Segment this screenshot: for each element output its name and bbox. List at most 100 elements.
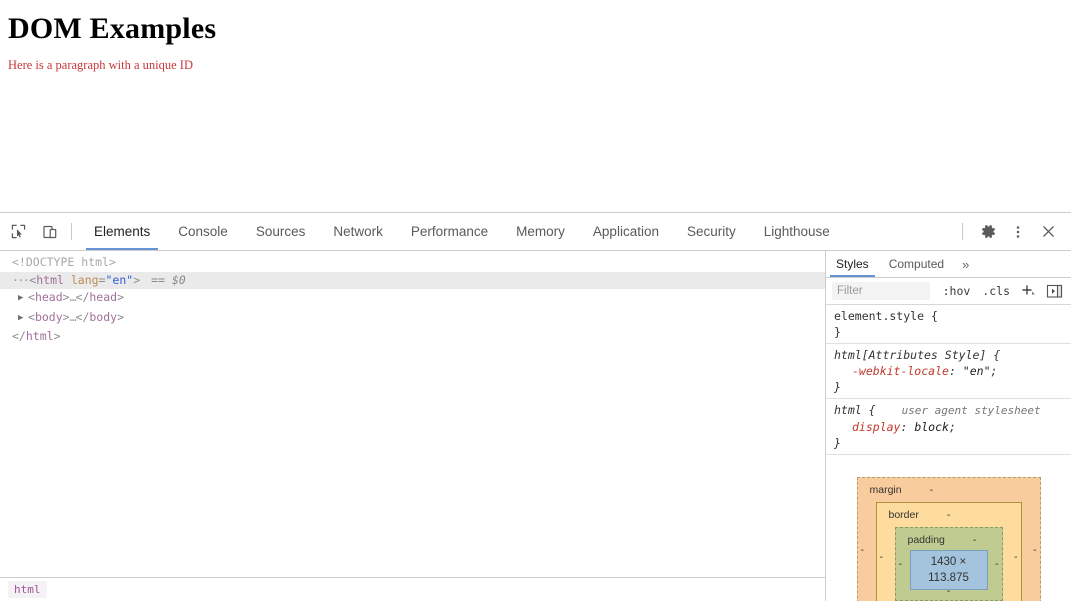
css-rule-html-ua[interactable]: html {user agent stylesheet display: blo…: [826, 399, 1071, 455]
tab-console-label: Console: [178, 224, 228, 239]
styles-sidebar: Styles Computed » :hov .cls: [826, 251, 1071, 601]
html-close-tag: html: [25, 329, 54, 343]
box-model-padding-row: padding -: [906, 532, 992, 548]
css-value[interactable]: block: [914, 420, 949, 434]
css-property[interactable]: -webkit-locale: [852, 364, 949, 378]
html-tag-name: html: [36, 272, 64, 287]
css-declaration[interactable]: display: block;: [834, 419, 1065, 435]
dom-row-head[interactable]: ▶ <head>…</head>: [0, 289, 825, 309]
device-toolbar-icon[interactable]: [36, 218, 64, 246]
gear-icon[interactable]: [973, 218, 1003, 246]
css-declaration[interactable]: -webkit-locale: "en";: [834, 363, 1065, 379]
head-node-text: <: [28, 290, 35, 304]
toolbar-divider: [71, 223, 72, 240]
box-model-border[interactable]: border - - - padding - - - 1430 × 113.87…: [875, 502, 1022, 601]
page-title: DOM Examples: [8, 12, 217, 45]
css-rule-source: user agent stylesheet: [901, 404, 1041, 417]
box-model-border-right[interactable]: -: [1014, 549, 1018, 565]
toolbar-right-group: [958, 218, 1071, 246]
breadcrumb: html: [0, 577, 825, 601]
css-rule-close-brace: }: [834, 325, 841, 339]
box-model-padding-bottom[interactable]: -: [896, 583, 1002, 599]
tab-security-label: Security: [686, 224, 736, 239]
devtools-toolbar: Elements Console Sources Network Perform…: [0, 213, 1071, 251]
box-model-padding[interactable]: padding - - - 1430 × 113.875 -: [894, 527, 1003, 601]
dom-row-body[interactable]: ▶ <body>…</body>: [0, 309, 825, 329]
css-rule-close-brace: }: [834, 380, 841, 394]
close-icon[interactable]: [1033, 218, 1063, 246]
css-selector[interactable]: html: [834, 403, 862, 417]
box-model-border-left[interactable]: -: [880, 549, 884, 565]
tab-application-label: Application: [592, 224, 659, 239]
dom-row-doctype[interactable]: <!DOCTYPE html>: [0, 254, 825, 272]
plus-icon[interactable]: [1016, 283, 1042, 299]
dom-tree-pane: <!DOCTYPE html> ···<html lang="en"> == $…: [0, 251, 826, 601]
styles-tabbar: Styles Computed »: [826, 251, 1071, 278]
box-model-margin[interactable]: margin - - - border - - - padding - - - …: [856, 477, 1041, 601]
tab-styles-label: Styles: [836, 257, 869, 271]
tab-styles[interactable]: Styles: [826, 251, 879, 277]
box-model-padding-right[interactable]: -: [995, 556, 999, 572]
tab-sources[interactable]: Sources: [242, 213, 320, 250]
box-model-margin-left[interactable]: -: [861, 542, 865, 558]
tab-performance-label: Performance: [410, 224, 489, 239]
css-rule-close-brace: }: [834, 436, 841, 450]
cls-button[interactable]: .cls: [976, 284, 1016, 298]
tab-sources-label: Sources: [255, 224, 306, 239]
dom-row-html-close[interactable]: </html>: [0, 328, 825, 346]
chevron-right-icon[interactable]: ▶: [18, 290, 28, 308]
page-paragraph: Here is a paragraph with a unique ID: [8, 58, 193, 72]
expanded-marker: ···: [12, 272, 30, 287]
devtools-main: <!DOCTYPE html> ···<html lang="en"> == $…: [0, 251, 1071, 601]
tab-application[interactable]: Application: [579, 213, 673, 250]
tab-elements-label: Elements: [94, 224, 151, 239]
kebab-menu-icon[interactable]: [1003, 218, 1033, 246]
box-model-margin-row: margin -: [868, 482, 1030, 498]
chevron-right-icon[interactable]: ▶: [18, 310, 28, 328]
tab-elements[interactable]: Elements: [80, 213, 164, 250]
tab-lighthouse[interactable]: Lighthouse: [750, 213, 844, 250]
doctype-text: <!DOCTYPE html>: [12, 255, 116, 269]
tab-security[interactable]: Security: [673, 213, 750, 250]
tab-lighthouse-label: Lighthouse: [763, 224, 830, 239]
box-model-margin-label: margin: [869, 484, 902, 496]
tab-computed[interactable]: Computed: [879, 251, 954, 277]
box-model-margin-value[interactable]: -: [930, 482, 934, 498]
breadcrumb-item-html[interactable]: html: [8, 581, 47, 598]
tab-performance[interactable]: Performance: [397, 213, 502, 250]
box-model-margin-right[interactable]: -: [1033, 542, 1037, 558]
styles-rule-list: element.style { } html[Attributes Style]…: [826, 305, 1071, 601]
body-node-text: <: [28, 309, 35, 324]
dom-row-html[interactable]: ···<html lang="en"> == $0: [0, 271, 825, 289]
css-selector[interactable]: element.style: [834, 309, 924, 323]
css-rule-attributes-style[interactable]: html[Attributes Style] { -webkit-locale:…: [826, 344, 1071, 399]
css-rule-element-style[interactable]: element.style { }: [826, 305, 1071, 344]
css-property[interactable]: display: [852, 420, 900, 434]
filter-input[interactable]: [832, 282, 930, 300]
box-model-padding-value[interactable]: -: [973, 532, 977, 548]
page-viewport: DOM Examples Here is a paragraph with a …: [0, 0, 1071, 212]
styles-filter-bar: :hov .cls: [826, 278, 1071, 305]
inspect-element-icon[interactable]: [4, 218, 32, 246]
box-model-border-row: border -: [887, 507, 1011, 523]
toggle-sidebar-icon[interactable]: [1042, 284, 1067, 299]
tab-console[interactable]: Console: [164, 213, 242, 250]
tab-memory[interactable]: Memory: [502, 213, 579, 250]
tab-memory-label: Memory: [516, 224, 565, 239]
box-model-border-label: border: [888, 509, 919, 521]
box-model-border-value[interactable]: -: [947, 507, 951, 523]
more-tabs-icon[interactable]: »: [954, 251, 977, 277]
html-attr-name: lang: [70, 272, 99, 287]
css-value[interactable]: "en": [963, 364, 991, 378]
devtools-panel: Elements Console Sources Network Perform…: [0, 212, 1071, 601]
tab-network-label: Network: [333, 224, 383, 239]
box-model-padding-left[interactable]: -: [899, 556, 903, 572]
dom-tree[interactable]: <!DOCTYPE html> ···<html lang="en"> == $…: [0, 251, 825, 577]
box-model-diagram: margin - - - border - - - padding - - - …: [826, 455, 1071, 601]
tab-network[interactable]: Network: [319, 213, 397, 250]
tab-computed-label: Computed: [888, 257, 945, 271]
hov-button[interactable]: :hov: [937, 284, 977, 298]
selected-node-marker: == $0: [151, 272, 186, 287]
css-selector[interactable]: html[Attributes Style]: [834, 348, 986, 362]
html-attr-value: "en": [105, 272, 134, 287]
